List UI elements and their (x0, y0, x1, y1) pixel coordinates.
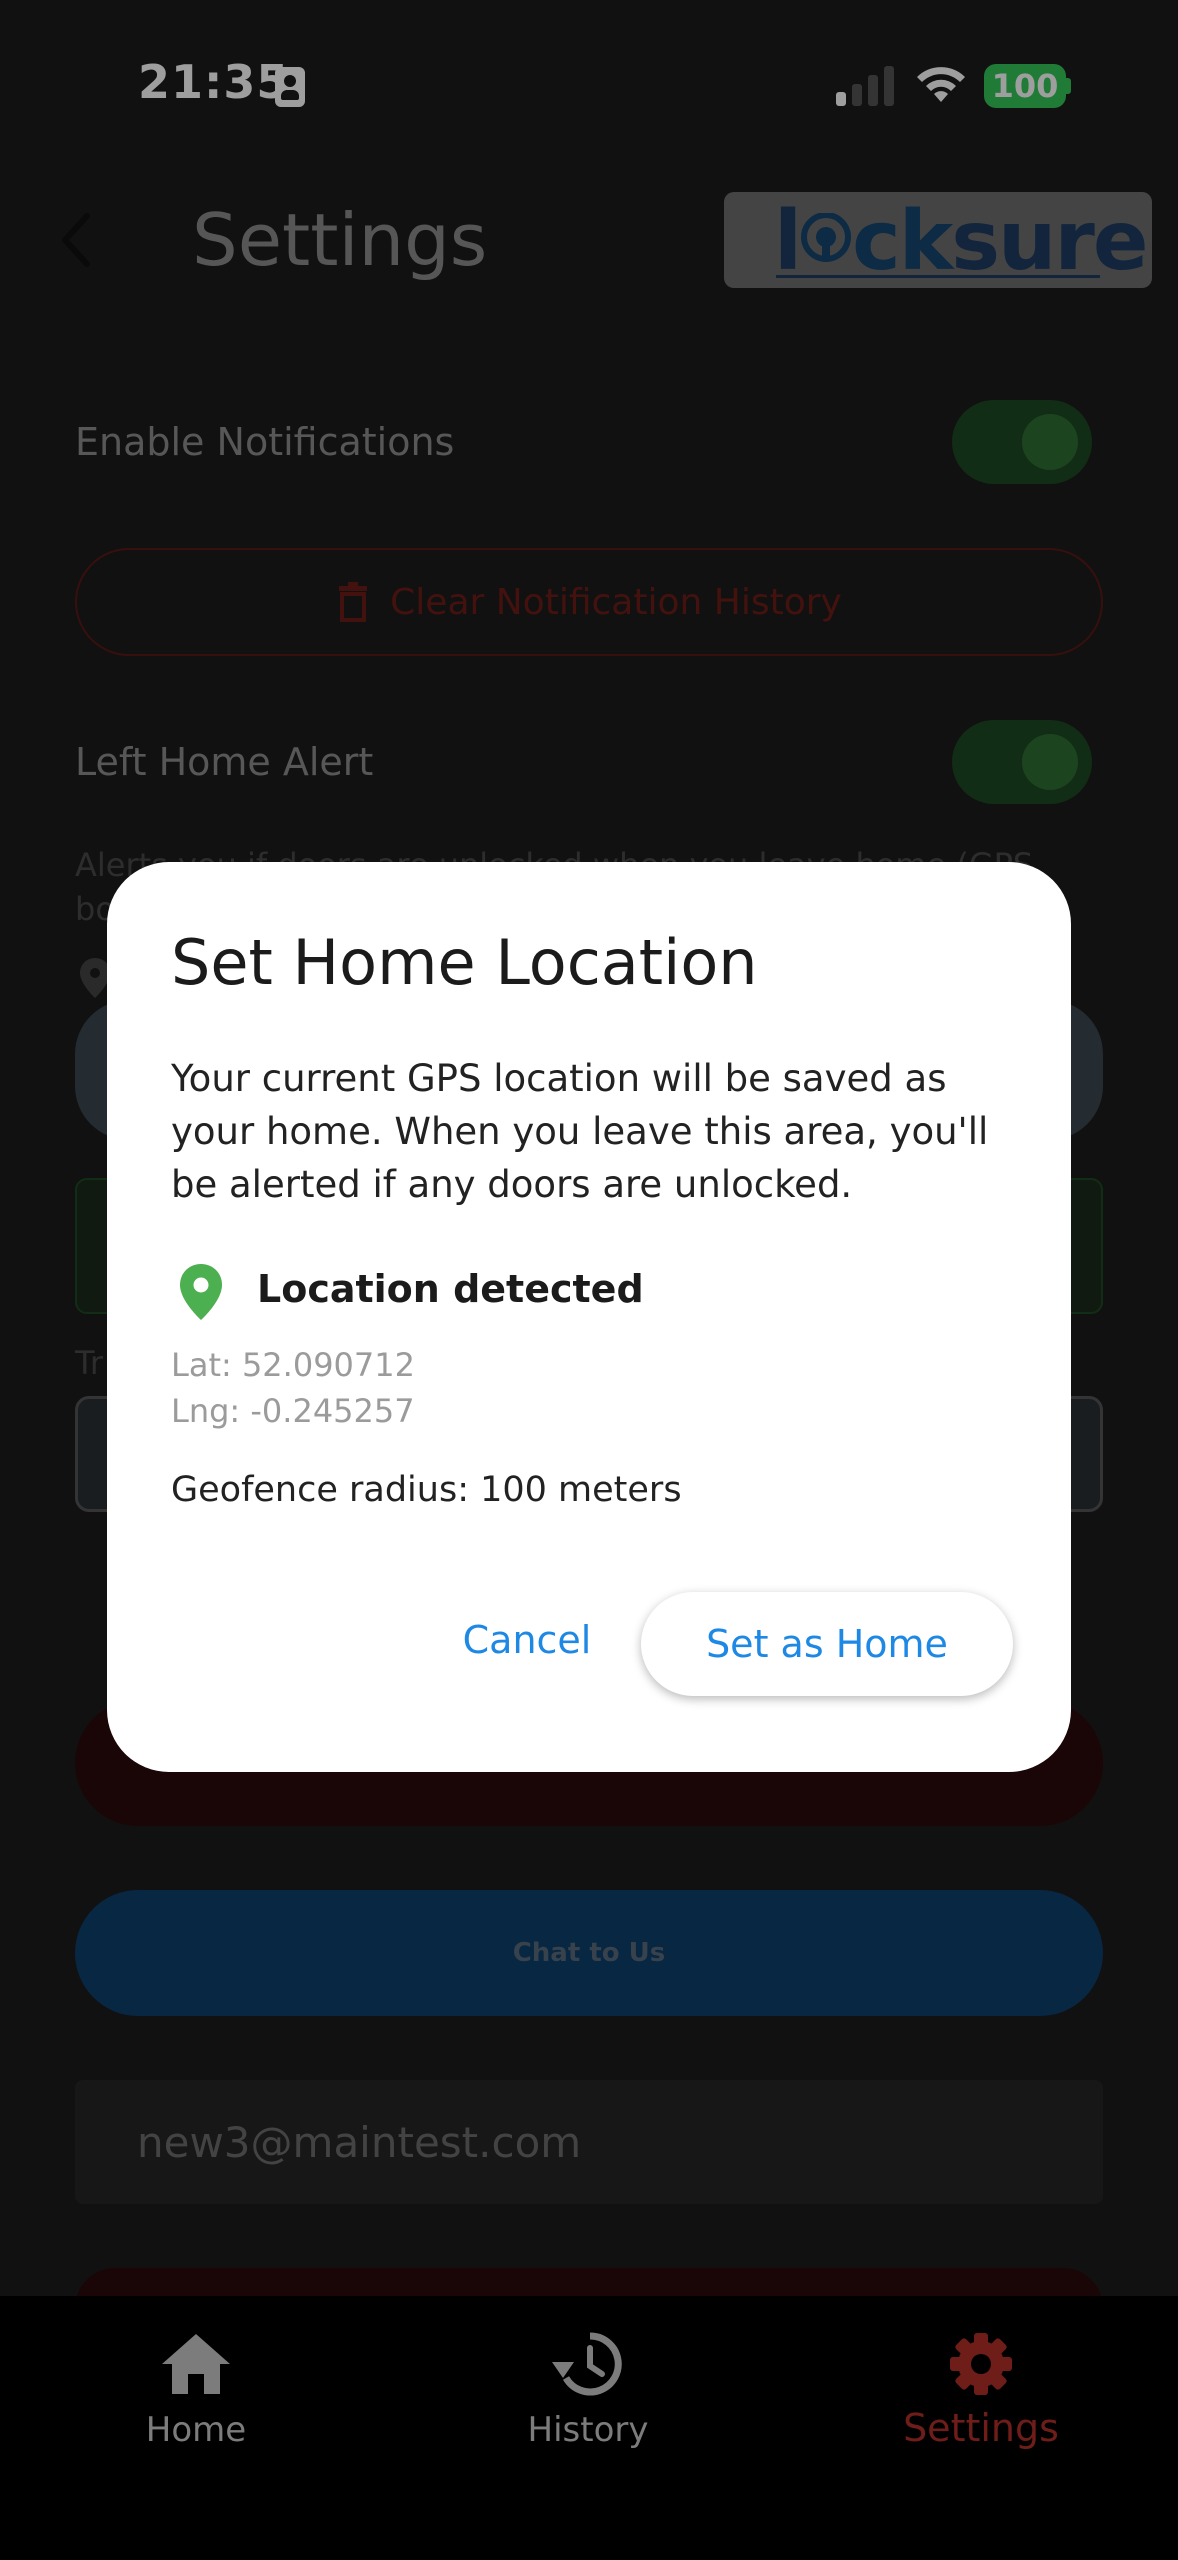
nav-label-settings: Settings (903, 2406, 1059, 2450)
nav-item-history[interactable]: History (458, 2332, 718, 2482)
location-pin-icon (180, 1264, 222, 1320)
nav-item-home[interactable]: Home (66, 2332, 326, 2482)
set-as-home-button[interactable]: Set as Home (641, 1592, 1013, 1696)
nav-label-history: History (527, 2410, 649, 2450)
geofence-radius: Geofence radius: 100 meters (171, 1470, 682, 1510)
cancel-label: Cancel (462, 1618, 592, 1662)
cancel-button[interactable]: Cancel (417, 1590, 637, 1690)
history-icon (552, 2332, 622, 2396)
location-status: Location detected (257, 1267, 644, 1311)
gear-icon (950, 2333, 1012, 2395)
dialog-title: Set Home Location (171, 926, 758, 999)
longitude-value: Lng: -0.245257 (171, 1392, 415, 1430)
nav-label-home: Home (145, 2410, 247, 2450)
home-icon (162, 2334, 230, 2394)
set-as-home-label: Set as Home (706, 1622, 948, 1666)
latitude-value: Lat: 52.090712 (171, 1346, 415, 1384)
set-home-location-dialog: Set Home Location Your current GPS locat… (107, 862, 1071, 1772)
bottom-navigation: Home History Settings (0, 2296, 1178, 2560)
nav-item-settings[interactable]: Settings (851, 2332, 1111, 2482)
dialog-body: Your current GPS location will be saved … (171, 1057, 989, 1206)
